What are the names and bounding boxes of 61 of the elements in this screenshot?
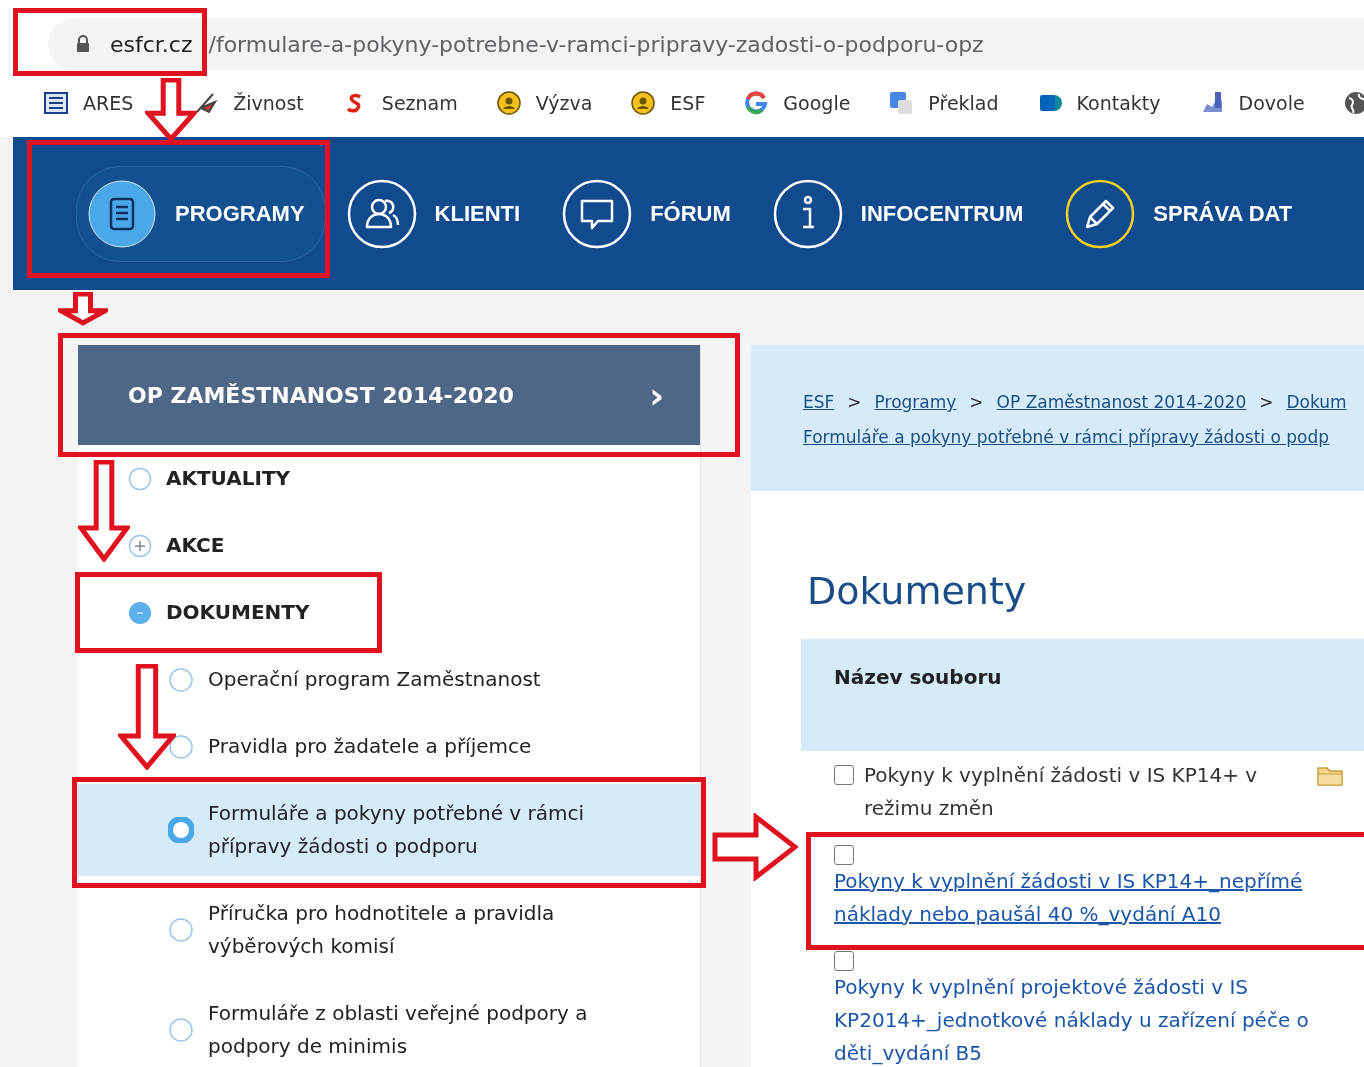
- page-heading: Dokumenty: [807, 569, 1028, 613]
- menu-subitem[interactable]: Operační program Zaměstnanost: [168, 663, 541, 696]
- breadcrumb-link[interactable]: Dokum: [1286, 392, 1347, 412]
- bookmark[interactable]: Dovole: [1198, 90, 1305, 116]
- breadcrumb-separator: >: [1259, 392, 1274, 412]
- radio-icon: [168, 733, 194, 760]
- bookmark[interactable]: Kontakty: [1036, 90, 1161, 116]
- menu-item[interactable]: AKTUALITY: [128, 462, 291, 495]
- document-name: Pokyny k vyplnění žádosti v IS KP14+ v režimu změn: [864, 762, 1259, 822]
- menu-subitem[interactable]: Formuláře z oblasti veřejné podpory a podpory de minimis: [168, 997, 660, 1063]
- breadcrumb-link[interactable]: Programy: [874, 392, 957, 412]
- bookmark-icon: [743, 90, 770, 116]
- program-header[interactable]: OP ZAMĚSTNANOST 2014-2020 ›: [78, 345, 700, 445]
- breadcrumb-separator: >: [969, 392, 984, 412]
- bookmark-icon: [43, 90, 69, 116]
- address-bar[interactable]: esfcr.cz /formulare-a-pokyny-potrebne-v-ramci-pripravy-zadosti-o-podporu-opz: [48, 18, 1364, 70]
- breadcrumb-link[interactable]: Formuláře a pokyny potřebné v rámci přípravy žádosti o podp: [803, 427, 1330, 447]
- document-link[interactable]: Pokyny k vyplnění žádosti v IS KP14+_nepřímé náklady nebo paušál 40 %_vydání A10: [834, 865, 1344, 931]
- menu-subitem[interactable]: Příručka pro hodnotitele a pravidla výběrových komisí: [168, 897, 660, 963]
- checkbox[interactable]: [834, 765, 854, 785]
- bookmark[interactable]: ESF: [630, 90, 706, 116]
- bookmark-icon: [888, 90, 915, 116]
- checkbox[interactable]: [834, 845, 854, 865]
- url-path: /formulare-a-pokyny-potrebne-v-ramci-pripravy-zadosti-o-podporu-opz: [208, 31, 984, 57]
- nav-icon: [346, 178, 417, 249]
- nav-icon: [772, 178, 843, 249]
- breadcrumb-link[interactable]: OP Zaměstnanost 2014-2020: [996, 392, 1247, 412]
- bookmark-icon: [630, 90, 657, 116]
- nav-icon: [1065, 178, 1136, 249]
- circle-icon: [128, 466, 152, 491]
- menu-subitem[interactable]: Formuláře a pokyny potřebné v rámci přípravy žádosti o podporu: [78, 784, 700, 876]
- nav-icon: [562, 178, 633, 249]
- bookmark[interactable]: Výzva: [495, 90, 593, 116]
- nav-tab[interactable]: KLIENTI: [335, 165, 542, 262]
- radio-icon: [168, 1017, 194, 1043]
- menu-item[interactable]: DOKUMENTY: [128, 596, 310, 629]
- bookmark[interactable]: ARES: [43, 90, 134, 116]
- lock-icon: [76, 35, 90, 53]
- checkbox[interactable]: [834, 951, 854, 971]
- radio-icon: [168, 817, 194, 843]
- bookmark[interactable]: Živnost: [193, 90, 304, 116]
- breadcrumb-separator: >: [847, 392, 862, 412]
- nav-tab[interactable]: SPRÁVA DAT: [1054, 165, 1314, 262]
- document-name: Pokyny k vyplnění projektové žádosti v IS KP2014+_jednotkové náklady u zařízení péče o děti_vydání B5: [834, 974, 1310, 1067]
- arrow-annotation: [58, 292, 108, 326]
- menu-item[interactable]: AKCE: [128, 529, 225, 562]
- radio-icon: [168, 917, 194, 943]
- bookmark-icon: [495, 90, 522, 116]
- menu-subitem[interactable]: Pravidla pro žadatele a příjemce: [168, 730, 532, 763]
- bookmark[interactable]: Seznam: [341, 90, 458, 116]
- nav-icon: [87, 178, 157, 249]
- nav-tab[interactable]: PROGRAMY: [76, 165, 326, 262]
- nav-tab[interactable]: FÓRUM: [551, 165, 752, 262]
- nav-tab[interactable]: INFOCENTRUM: [761, 165, 1045, 262]
- bookmark[interactable]: Google: [743, 90, 851, 116]
- radio-icon: [168, 666, 194, 693]
- column-header: Název souboru: [834, 665, 1002, 689]
- globe-icon[interactable]: [1342, 90, 1364, 116]
- bookmark[interactable]: Překlad: [888, 90, 999, 116]
- url-host: esfcr.cz: [110, 31, 193, 57]
- breadcrumb-link[interactable]: ESF: [803, 392, 835, 412]
